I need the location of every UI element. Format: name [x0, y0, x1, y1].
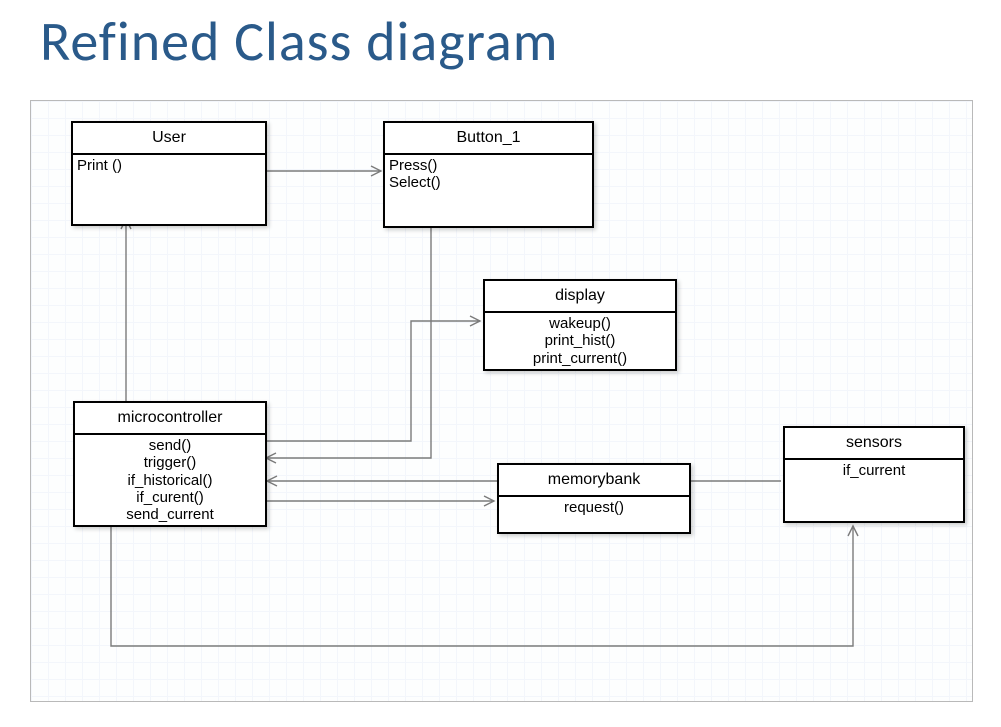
class-memorybank-method: request() — [503, 499, 685, 516]
class-display-method: print_current() — [489, 350, 671, 367]
class-display-method: wakeup() — [489, 315, 671, 332]
class-microcontroller-method: if_curent() — [79, 489, 261, 506]
class-button1: Button_1 Press() Select() — [383, 121, 594, 228]
class-microcontroller-method: trigger() — [79, 454, 261, 471]
class-button1-method: Select() — [389, 174, 588, 191]
class-memorybank-methods: request() — [499, 497, 689, 532]
class-user-method: Print () — [77, 157, 261, 174]
class-sensors-method: if_current — [789, 462, 959, 479]
class-sensors-name: sensors — [785, 428, 963, 460]
class-memorybank-name: memorybank — [499, 465, 689, 497]
class-user: User Print () — [71, 121, 267, 226]
class-button1-method: Press() — [389, 157, 588, 174]
class-microcontroller-name: microcontroller — [75, 403, 265, 435]
class-sensors: sensors if_current — [783, 426, 965, 523]
class-microcontroller-methods: send() trigger() if_historical() if_cure… — [75, 435, 265, 525]
diagram-canvas: User Print () Button_1 Press() Select() … — [30, 100, 973, 702]
class-display-name: display — [485, 281, 675, 313]
class-display: display wakeup() print_hist() print_curr… — [483, 279, 677, 371]
class-sensors-methods: if_current — [785, 460, 963, 521]
class-microcontroller-method: if_historical() — [79, 472, 261, 489]
class-user-methods: Print () — [73, 155, 265, 224]
class-display-methods: wakeup() print_hist() print_current() — [485, 313, 675, 369]
class-button1-name: Button_1 — [385, 123, 592, 155]
class-user-name: User — [73, 123, 265, 155]
class-microcontroller-method: send_current — [79, 506, 261, 523]
class-microcontroller-method: send() — [79, 437, 261, 454]
class-microcontroller: microcontroller send() trigger() if_hist… — [73, 401, 267, 527]
page-title: Refined Class diagram — [40, 8, 559, 76]
class-display-method: print_hist() — [489, 332, 671, 349]
class-memorybank: memorybank request() — [497, 463, 691, 534]
class-button1-methods: Press() Select() — [385, 155, 592, 226]
